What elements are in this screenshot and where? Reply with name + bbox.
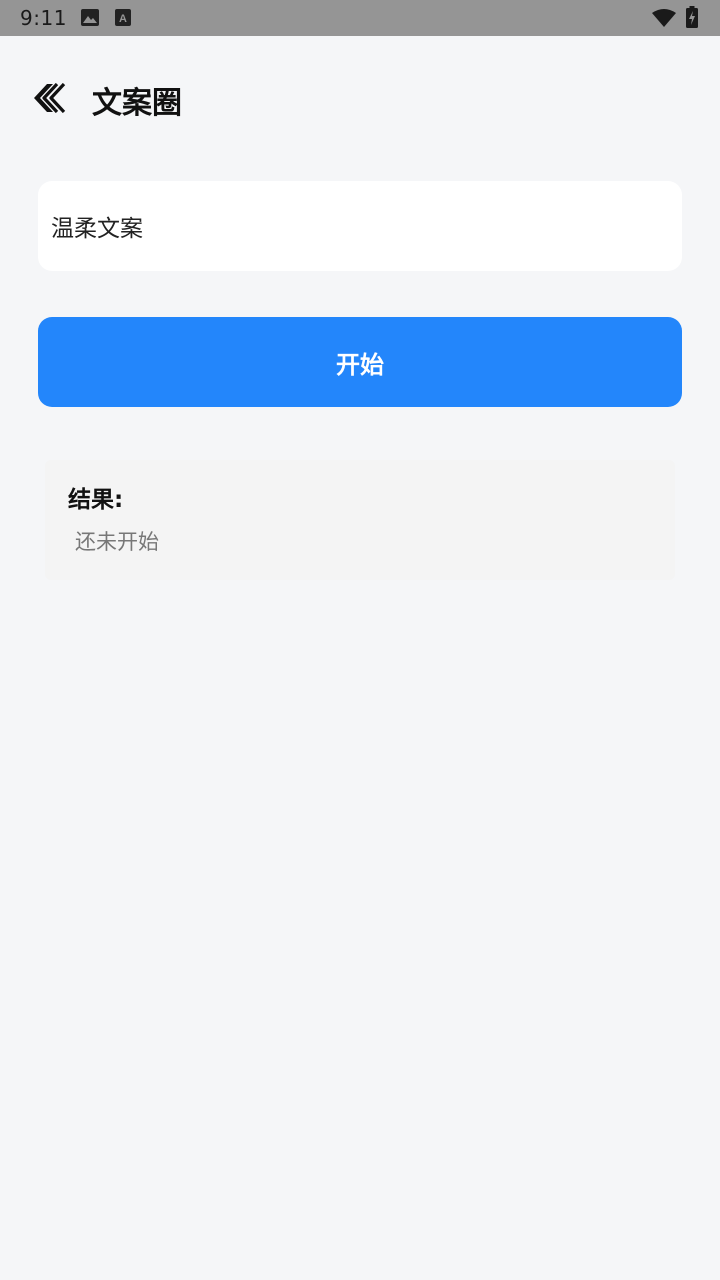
copy-input-field[interactable]: 温柔文案	[38, 181, 682, 271]
double-chevron-left-icon	[34, 83, 66, 113]
start-button-label: 开始	[336, 350, 384, 379]
battery-charging-icon	[686, 6, 698, 32]
input-value: 温柔文案	[51, 216, 143, 242]
result-text: 还未开始	[75, 530, 159, 554]
status-time: 9:11	[20, 6, 67, 30]
a-icon: A	[115, 9, 131, 30]
wifi-icon	[652, 8, 676, 32]
status-bar: 9:11 A	[0, 0, 720, 36]
page-title: 文案圈	[92, 86, 182, 121]
result-heading: 结果:	[68, 487, 124, 513]
image-icon	[81, 9, 99, 30]
svg-text:A: A	[119, 13, 127, 25]
header: 文案圈	[0, 36, 720, 160]
result-card: 结果: 还未开始	[45, 460, 675, 580]
start-button[interactable]: 开始	[38, 317, 682, 407]
back-button[interactable]	[30, 80, 70, 116]
